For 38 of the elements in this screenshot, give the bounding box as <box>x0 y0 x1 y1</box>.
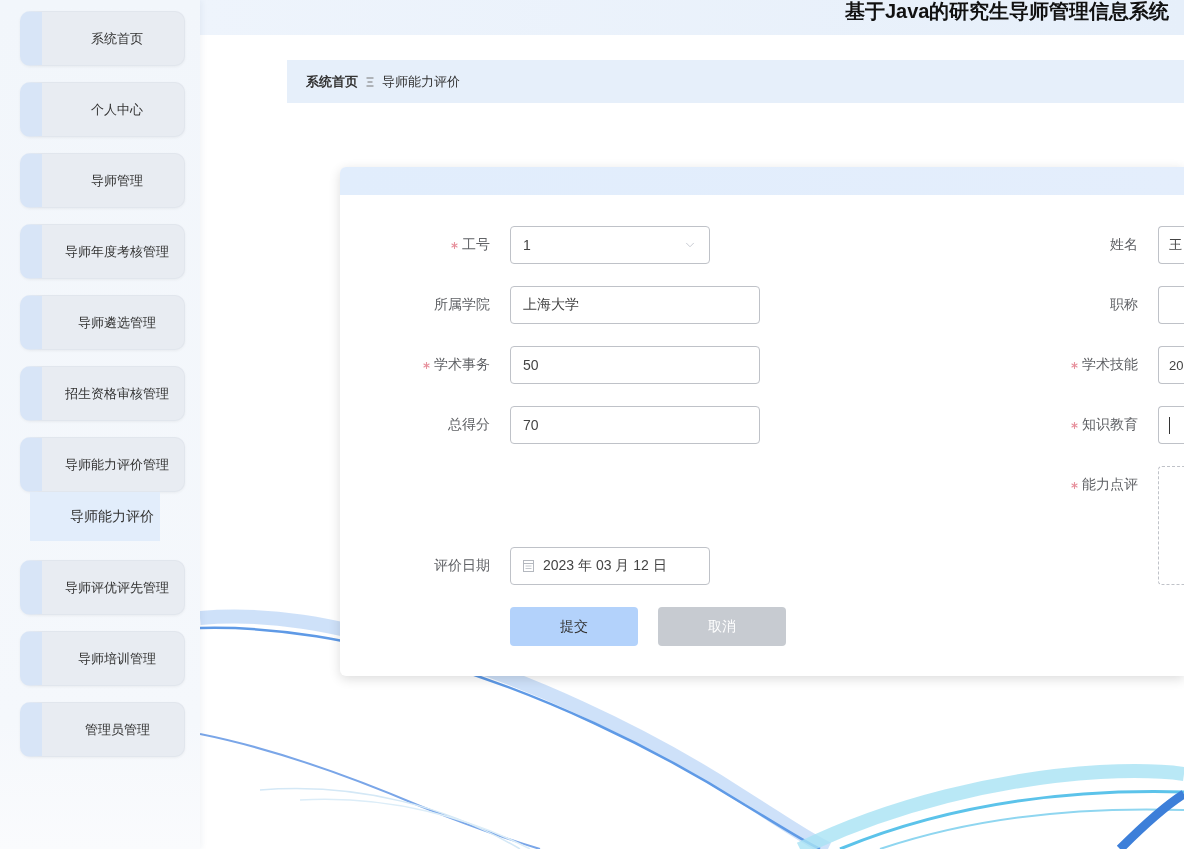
sidebar-menu-item[interactable]: 导师遴选管理 <box>20 295 185 350</box>
system-title: 基于Java的研究生导师管理信息系统 <box>845 0 1171 22</box>
sidebar-submenu-item[interactable]: 导师能力评价 <box>30 492 160 541</box>
date-field[interactable]: 2023 年 03 月 12 日 <box>510 547 710 585</box>
breadcrumb-item: 导师能力评价 <box>382 72 460 91</box>
submit-button[interactable]: 提交 <box>510 607 638 646</box>
field-label: 总得分 <box>448 416 490 434</box>
textarea-field[interactable] <box>1158 466 1184 585</box>
field-label: 姓名 <box>1110 236 1138 254</box>
input-field[interactable] <box>1158 286 1184 324</box>
sidebar-menu-item[interactable]: 导师年度考核管理 <box>20 224 185 279</box>
field-label: 所属学院 <box>434 296 490 314</box>
sidebar-menu-item[interactable]: 导师管理 <box>20 153 185 208</box>
field-label: 学术技能 <box>1082 356 1138 374</box>
input-field[interactable]: 王 <box>1158 226 1184 264</box>
sidebar-menu-item[interactable]: 导师能力评价管理 <box>20 437 185 492</box>
input-field[interactable] <box>1158 406 1184 444</box>
sidebar-menu-item[interactable]: 系统首页 <box>20 11 185 66</box>
calendar-icon <box>523 560 534 572</box>
sidebar-menu-item[interactable]: 招生资格审核管理 <box>20 366 185 421</box>
separator-icon <box>366 76 374 87</box>
field-label: 评价日期 <box>434 557 490 575</box>
input-field[interactable]: 20 <box>1158 346 1184 384</box>
sidebar-menu-item[interactable]: 导师评优评先管理 <box>20 560 185 615</box>
field-label: 学术事务 <box>434 356 490 374</box>
sidebar-menu-item[interactable]: 个人中心 <box>20 82 185 137</box>
input-field[interactable]: 上海大学 <box>510 286 760 324</box>
field-label: 知识教育 <box>1082 416 1138 434</box>
breadcrumb-item[interactable]: 系统首页 <box>306 72 358 91</box>
field-label: 职称 <box>1110 296 1138 314</box>
sidebar-menu-item[interactable]: 导师培训管理 <box>20 631 185 686</box>
text-cursor-icon <box>1169 416 1170 434</box>
input-field[interactable]: 50 <box>510 346 760 384</box>
field-label: 工号 <box>462 236 490 254</box>
sidebar-menu-item[interactable]: 管理员管理 <box>20 702 185 757</box>
field-label: 能力点评 <box>1082 476 1138 494</box>
input-field[interactable]: 70 <box>510 406 760 444</box>
select-field[interactable]: 1 <box>510 226 710 264</box>
